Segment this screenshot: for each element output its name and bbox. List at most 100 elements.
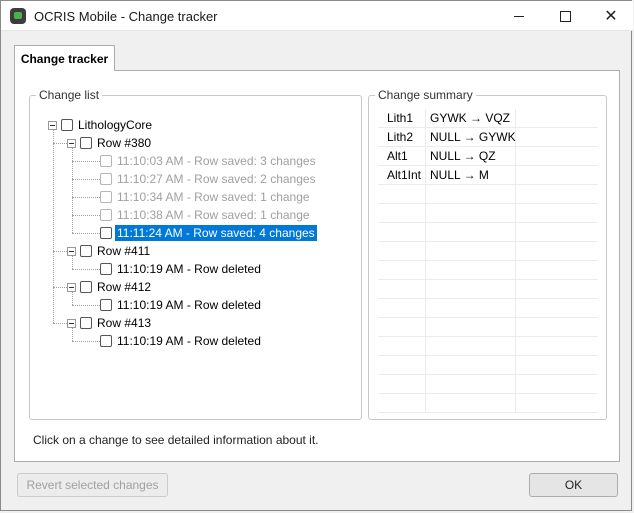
node-checkbox[interactable]: [100, 191, 112, 203]
collapse-icon[interactable]: [67, 318, 76, 328]
node-checkbox[interactable]: [100, 263, 112, 275]
summary-row[interactable]: [378, 261, 598, 280]
tree-connector: [72, 328, 73, 341]
tree-connector: [53, 287, 67, 288]
summary-change: NULL → GYWK: [430, 130, 516, 144]
tree-node[interactable]: 11:11:24 AM - Row saved: 4 changes: [100, 224, 317, 242]
node-label: 11:10:38 AM - Row saved: 1 change: [117, 208, 310, 222]
tree-connector: [72, 148, 73, 233]
summary-row[interactable]: [378, 280, 598, 299]
tree-connector: [72, 269, 100, 270]
tab-panel: Change list LithologyCore Row #380 11:10:0…: [14, 70, 620, 462]
node-checkbox[interactable]: [100, 209, 112, 221]
tree-node[interactable]: Row #412: [67, 278, 153, 296]
tree-connector: [72, 215, 100, 216]
summary-change: NULL → QZ: [430, 149, 496, 163]
collapse-icon[interactable]: [48, 120, 57, 130]
summary-row[interactable]: [378, 318, 598, 337]
minimize-button[interactable]: [496, 1, 542, 31]
collapse-icon[interactable]: [67, 282, 76, 292]
collapse-icon[interactable]: [67, 246, 76, 256]
tree-connector: [72, 161, 100, 162]
tree-node[interactable]: 11:10:27 AM - Row saved: 2 changes: [100, 170, 318, 188]
collapse-icon[interactable]: [67, 138, 76, 148]
node-checkbox[interactable]: [100, 155, 112, 167]
title-bar: OCRIS Mobile - Change tracker ✕: [1, 1, 633, 31]
tree-node[interactable]: LithologyCore: [48, 116, 154, 134]
ok-button[interactable]: OK: [529, 473, 618, 497]
tree-connector: [72, 292, 73, 305]
summary-row[interactable]: [378, 337, 598, 356]
summary-row[interactable]: [378, 223, 598, 242]
node-label: 11:11:24 AM - Row saved: 4 changes: [115, 225, 317, 241]
tab-change-tracker[interactable]: Change tracker: [14, 45, 115, 71]
change-tracker-window: OCRIS Mobile - Change tracker ✕ Change t…: [0, 0, 633, 511]
node-label: 11:10:19 AM - Row deleted: [117, 334, 261, 348]
maximize-icon: [559, 10, 571, 22]
tree-node[interactable]: Row #380: [67, 134, 153, 152]
node-label: 11:10:34 AM - Row saved: 1 change: [117, 190, 310, 204]
node-label: Row #411: [97, 244, 151, 258]
tree-connector: [53, 143, 67, 144]
summary-field: Lith2: [387, 130, 414, 144]
node-label: 11:10:19 AM - Row deleted: [117, 262, 261, 276]
node-checkbox[interactable]: [80, 137, 92, 149]
tree-node[interactable]: 11:10:19 AM - Row deleted: [100, 296, 263, 314]
revert-button[interactable]: Revert selected changes: [17, 473, 168, 497]
window-title: OCRIS Mobile - Change tracker: [34, 9, 218, 24]
summary-row[interactable]: Alt1 NULL → QZ: [378, 147, 598, 166]
node-label: Row #412: [97, 280, 152, 294]
summary-row[interactable]: Alt1Int NULL → M: [378, 166, 598, 185]
tree-node[interactable]: 11:10:19 AM - Row deleted: [100, 260, 263, 278]
tree-node[interactable]: 11:10:38 AM - Row saved: 1 change: [100, 206, 312, 224]
summary-row[interactable]: [378, 375, 598, 394]
app-icon: [10, 8, 26, 24]
node-label: 11:10:27 AM - Row saved: 2 changes: [117, 172, 316, 186]
summary-row[interactable]: [378, 242, 598, 261]
summary-field: Alt1Int: [387, 168, 422, 182]
tree-connector: [72, 197, 100, 198]
hint-text: Click on a change to see detailed inform…: [33, 433, 319, 447]
summary-field: Alt1: [387, 149, 408, 163]
summary-row[interactable]: Lith2 NULL → GYWK: [378, 128, 598, 147]
summary-row[interactable]: [378, 356, 598, 375]
summary-row[interactable]: [378, 394, 598, 413]
tree-connector: [72, 233, 100, 234]
node-checkbox[interactable]: [61, 119, 73, 131]
minimize-icon: [514, 15, 524, 17]
tree-connector: [72, 305, 100, 306]
node-label: 11:10:03 AM - Row saved: 3 changes: [117, 154, 316, 168]
node-label: LithologyCore: [78, 118, 153, 132]
tree-node[interactable]: 11:10:34 AM - Row saved: 1 change: [100, 188, 312, 206]
node-checkbox[interactable]: [80, 317, 92, 329]
node-checkbox[interactable]: [80, 281, 92, 293]
close-button[interactable]: ✕: [588, 1, 634, 31]
tree-node[interactable]: Row #413: [67, 314, 153, 332]
tree-connector: [53, 130, 54, 323]
tree-node[interactable]: Row #411: [67, 242, 152, 260]
tree-node[interactable]: 11:10:19 AM - Row deleted: [100, 332, 263, 350]
summary-row[interactable]: Lith1 GYWK → VQZ: [378, 109, 598, 128]
node-label: Row #413: [97, 316, 152, 330]
summary-row[interactable]: [378, 299, 598, 318]
summary-row[interactable]: [378, 185, 598, 204]
summary-row[interactable]: [378, 204, 598, 223]
column-divider: [515, 109, 516, 413]
summary-change: NULL → M: [430, 168, 489, 182]
tree-connector: [72, 179, 100, 180]
node-checkbox[interactable]: [80, 245, 92, 257]
close-icon: ✕: [604, 6, 618, 25]
tree-connector: [53, 251, 67, 252]
node-checkbox[interactable]: [100, 173, 112, 185]
tree-node[interactable]: 11:10:03 AM - Row saved: 3 changes: [100, 152, 318, 170]
node-checkbox[interactable]: [100, 299, 112, 311]
summary-change: GYWK → VQZ: [430, 111, 511, 125]
node-checkbox[interactable]: [100, 227, 112, 239]
change-list-group: Change list LithologyCore Row #380 11:10:0…: [29, 88, 362, 420]
node-checkbox[interactable]: [100, 335, 112, 347]
node-label: 11:10:19 AM - Row deleted: [117, 298, 261, 312]
tree-connector: [72, 256, 73, 269]
change-summary-group: Change summary Lith1 GYWK → VQZ Lith2 NULL …: [368, 88, 607, 420]
maximize-button[interactable]: [542, 1, 588, 31]
change-summary-legend: Change summary: [375, 88, 476, 102]
